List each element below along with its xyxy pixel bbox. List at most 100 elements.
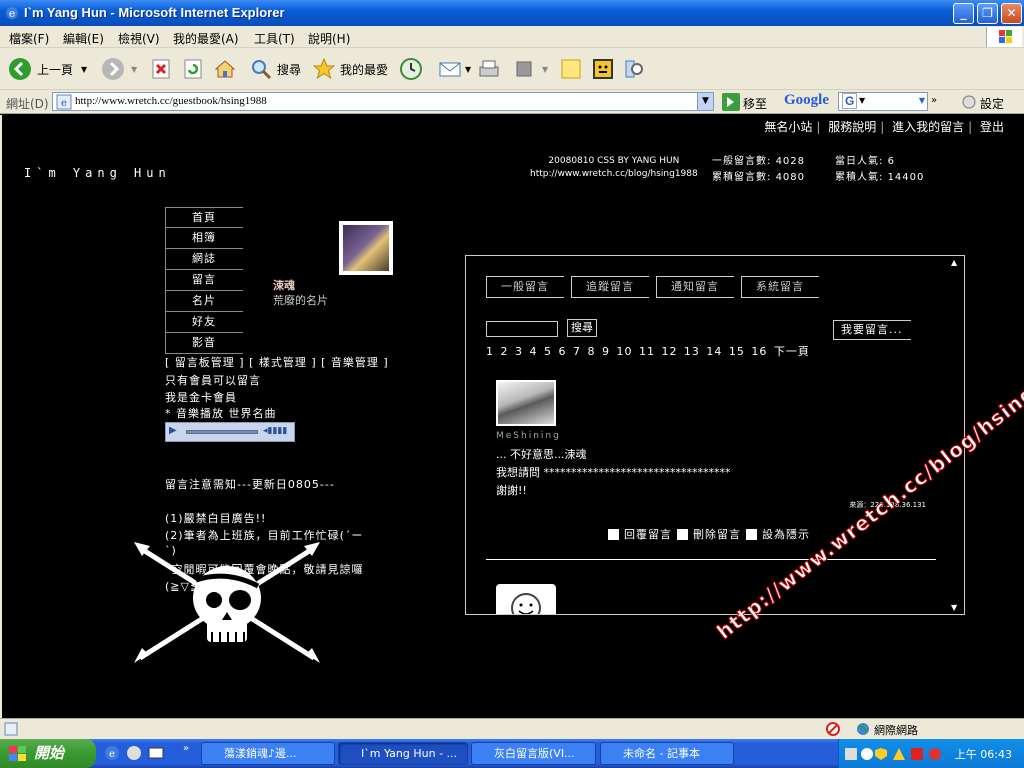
forward-arrow-icon: [102, 58, 124, 80]
side-menu-home[interactable]: 首頁: [165, 207, 243, 228]
side-menu-album[interactable]: 相簿: [165, 228, 243, 249]
top-nav-my-guestbook[interactable]: 進入我的留言: [892, 120, 964, 134]
entry-avatar[interactable]: [496, 380, 556, 426]
owner-avatar[interactable]: [339, 221, 393, 275]
refresh-button[interactable]: [181, 54, 205, 84]
reply-button[interactable]: 回覆留言: [624, 526, 672, 542]
side-menu-video[interactable]: 影音: [165, 333, 243, 354]
restore-button[interactable]: ❐: [977, 3, 998, 24]
quicklaunch-desktop-icon[interactable]: [148, 745, 164, 761]
menu-file[interactable]: 檔案(F): [9, 30, 49, 47]
page-numbers[interactable]: 1 2 3 4 5 6 7 8 9 10 11 12 13 14 15 16: [486, 345, 767, 358]
title-bar[interactable]: e I`m Yang Hun - Microsoft Internet Expl…: [0, 0, 1024, 26]
top-nav-logout[interactable]: 登出: [980, 120, 1004, 134]
search-button[interactable]: 搜尋: [249, 54, 301, 84]
reply-checkbox[interactable]: [608, 528, 619, 540]
stat-visits-value: 14400: [887, 172, 925, 183]
owner-name[interactable]: 涑魂: [273, 277, 295, 293]
task-3[interactable]: 灰白留言版(VI...: [471, 742, 596, 765]
research-button[interactable]: [622, 54, 646, 84]
go-button[interactable]: 移至: [743, 95, 767, 112]
stop-button[interactable]: [149, 54, 173, 84]
menu-view[interactable]: 檢視(V): [118, 30, 160, 47]
google-dropdown-icon[interactable]: ▼: [859, 96, 865, 105]
task-4[interactable]: 未命名 - 記事本: [600, 742, 734, 765]
google-g-icon: G: [842, 93, 858, 109]
top-nav-wretch[interactable]: 無名小站: [764, 120, 812, 134]
write-message-button[interactable]: 我要留言...: [833, 320, 911, 340]
task-2[interactable]: I`m Yang Hun - ...: [338, 742, 468, 765]
home-button[interactable]: [213, 54, 237, 84]
skull-crossbones-icon: [134, 542, 320, 663]
next-page-link[interactable]: 下一頁: [774, 345, 810, 358]
edit-button[interactable]: ▼: [512, 54, 548, 84]
favorites-button[interactable]: 我的最愛: [312, 54, 388, 84]
refresh-icon: [184, 59, 202, 79]
tray-icons[interactable]: [845, 746, 965, 762]
stat-today: 當日人氣: 6: [835, 152, 895, 167]
messenger-button[interactable]: [591, 54, 615, 84]
delete-checkbox[interactable]: [677, 528, 688, 540]
menu-bar: 檔案(F) 編輯(E) 檢視(V) 我的最愛(A) 工具(T) 說明(H): [0, 26, 1024, 48]
page-content: 無名小站 | 服務說明 | 進入我的留言 | 登出 I`m Yang Hun 2008…: [0, 115, 1024, 718]
messenger-icon: [593, 59, 613, 79]
popup-blocked-icon[interactable]: [826, 722, 842, 736]
entry-actions: 回覆留言 刪除留言 設為隱示: [608, 526, 810, 542]
menu-help[interactable]: 說明(H): [308, 30, 350, 47]
mail-button[interactable]: ▼: [438, 54, 471, 84]
side-menu-blog[interactable]: 網誌: [165, 249, 243, 270]
print-button[interactable]: [477, 54, 501, 84]
owner-subtitle: 荒廢的名片: [273, 294, 328, 307]
guestbook-search-input[interactable]: [486, 321, 558, 337]
menu-tools[interactable]: 工具(T): [254, 30, 295, 47]
tab-notice[interactable]: 通知留言: [656, 276, 734, 298]
address-field[interactable]: e http://www.wretch.cc/guestbook/hsing19…: [52, 92, 714, 111]
side-menu-friends[interactable]: 好友: [165, 312, 243, 333]
entry-2-avatar[interactable]: [496, 584, 556, 614]
seek-bar[interactable]: [186, 430, 258, 434]
back-button[interactable]: 上一頁 ▼: [8, 54, 87, 84]
task-1[interactable]: 蕩漾銷魂♪邊...: [201, 742, 335, 765]
google-search-dropdown-icon[interactable]: ▼: [919, 96, 925, 105]
start-button[interactable]: 開始: [0, 739, 96, 768]
side-menu-card[interactable]: 名片: [165, 291, 243, 312]
go-arrow-icon[interactable]: [722, 93, 740, 111]
tab-system[interactable]: 系統留言: [741, 276, 819, 298]
quicklaunch-chevron-icon[interactable]: »: [183, 743, 189, 754]
stop-icon: [152, 59, 170, 79]
hide-button[interactable]: 設為隱示: [762, 526, 810, 542]
discuss-button[interactable]: [559, 54, 583, 84]
chevron-icon[interactable]: »: [931, 95, 937, 106]
menu-favorites[interactable]: 我的最愛(A): [173, 30, 239, 47]
mail-icon: [439, 62, 461, 77]
minimize-button[interactable]: _: [953, 3, 974, 24]
windows-flag-icon: [9, 746, 26, 761]
scroll-up-icon[interactable]: ▲: [951, 258, 957, 267]
search-icon: [252, 60, 272, 80]
credits-line-2[interactable]: http://www.wretch.cc/blog/hsing1988: [530, 168, 698, 181]
side-menu-guestbook[interactable]: 留言: [165, 270, 243, 291]
volume-icon[interactable]: ◂▮▮▮▮: [263, 426, 287, 436]
admin-links[interactable]: [ 留言板管理 ] [ 樣式管理 ] [ 音樂管理 ]: [165, 354, 389, 370]
delete-button[interactable]: 刪除留言: [693, 526, 741, 542]
guestbook-search-button[interactable]: 搜尋: [567, 319, 597, 337]
tab-tracking[interactable]: 追蹤留言: [571, 276, 649, 298]
scroll-down-icon[interactable]: ▼: [951, 603, 957, 612]
settings-icon: [962, 95, 976, 109]
menu-edit[interactable]: 編輯(E): [63, 30, 104, 47]
settings-button[interactable]: 設定: [980, 95, 1004, 112]
play-icon[interactable]: ▶: [169, 425, 177, 436]
back-label: 上一頁: [37, 62, 74, 77]
entry-author[interactable]: MeShining: [496, 431, 561, 441]
close-button[interactable]: ✕: [1001, 3, 1022, 24]
address-dropdown-icon[interactable]: ▼: [697, 93, 713, 110]
history-button[interactable]: [399, 54, 423, 84]
quicklaunch-ie-icon[interactable]: e: [104, 745, 120, 761]
music-player[interactable]: ▶ ◂▮▮▮▮: [165, 422, 295, 442]
google-search-input[interactable]: G ▼ ▼: [838, 92, 928, 111]
quicklaunch-media-icon[interactable]: [126, 745, 142, 761]
forward-button[interactable]: ▼: [101, 54, 137, 84]
top-nav-service[interactable]: 服務說明: [828, 120, 876, 134]
tab-general[interactable]: 一般留言: [486, 276, 564, 298]
hide-checkbox[interactable]: [746, 528, 757, 540]
